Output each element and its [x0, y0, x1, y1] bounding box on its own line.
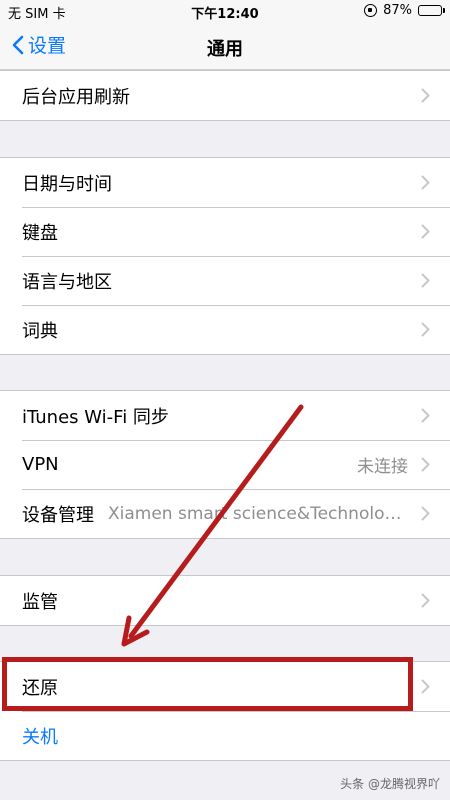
chevron-right-icon	[421, 175, 430, 190]
chevron-right-icon	[421, 322, 430, 337]
row-shutdown[interactable]: 关机	[0, 711, 450, 760]
status-bar: 无 SIM 卡 下午12:40 87%	[0, 0, 450, 22]
watermark: 头条 @龙腾视界吖	[340, 777, 440, 791]
chevron-right-icon	[421, 224, 430, 239]
row-device-management[interactable]: 设备管理 Xiamen smart science&Technolog...	[0, 489, 450, 538]
row-label: 日期与时间	[22, 173, 112, 195]
chevron-right-icon	[421, 593, 430, 608]
row-label: 语言与地区	[22, 271, 112, 293]
chevron-right-icon	[421, 506, 430, 521]
chevron-right-icon	[421, 88, 430, 103]
row-supervision[interactable]: 监管	[0, 576, 450, 625]
row-dictionary[interactable]: 词典	[0, 305, 450, 354]
annotation-highlight-box	[2, 657, 413, 711]
row-keyboard[interactable]: 键盘	[0, 207, 450, 256]
settings-group-background: 后台应用刷新	[0, 70, 450, 121]
row-vpn[interactable]: VPN 未连接	[0, 440, 450, 489]
row-itunes-wifi-sync[interactable]: iTunes Wi-Fi 同步	[0, 391, 450, 440]
row-label: VPN	[22, 454, 59, 475]
row-label: 词典	[22, 320, 58, 342]
navigation-bar: 设置 通用	[0, 22, 450, 70]
row-background-app-refresh[interactable]: 后台应用刷新	[0, 71, 450, 120]
row-label: 后台应用刷新	[22, 86, 130, 108]
settings-group-network: iTunes Wi-Fi 同步 VPN 未连接 设备管理 Xiamen smar…	[0, 390, 450, 539]
chevron-right-icon	[421, 457, 430, 472]
vpn-status: 未连接	[357, 457, 408, 477]
device-management-detail: Xiamen smart science&Technolog...	[108, 503, 408, 524]
chevron-right-icon	[421, 679, 430, 694]
chevron-right-icon	[421, 273, 430, 288]
shutdown-label: 关机	[22, 726, 58, 748]
row-label: iTunes Wi-Fi 同步	[22, 406, 169, 428]
chevron-right-icon	[421, 408, 430, 423]
row-label: 键盘	[22, 222, 58, 244]
page-title: 通用	[207, 39, 243, 60]
settings-group-locale: 日期与时间 键盘 语言与地区 词典	[0, 157, 450, 355]
row-date-time[interactable]: 日期与时间	[0, 158, 450, 207]
row-label: 监管	[22, 591, 58, 613]
settings-group-supervision: 监管	[0, 575, 450, 626]
orientation-lock-icon	[364, 4, 378, 17]
row-label: 设备管理	[22, 504, 94, 526]
row-language-region[interactable]: 语言与地区	[0, 256, 450, 305]
battery-percent: 87%	[383, 3, 412, 18]
status-right: 87%	[364, 3, 445, 18]
battery-icon	[418, 5, 445, 16]
